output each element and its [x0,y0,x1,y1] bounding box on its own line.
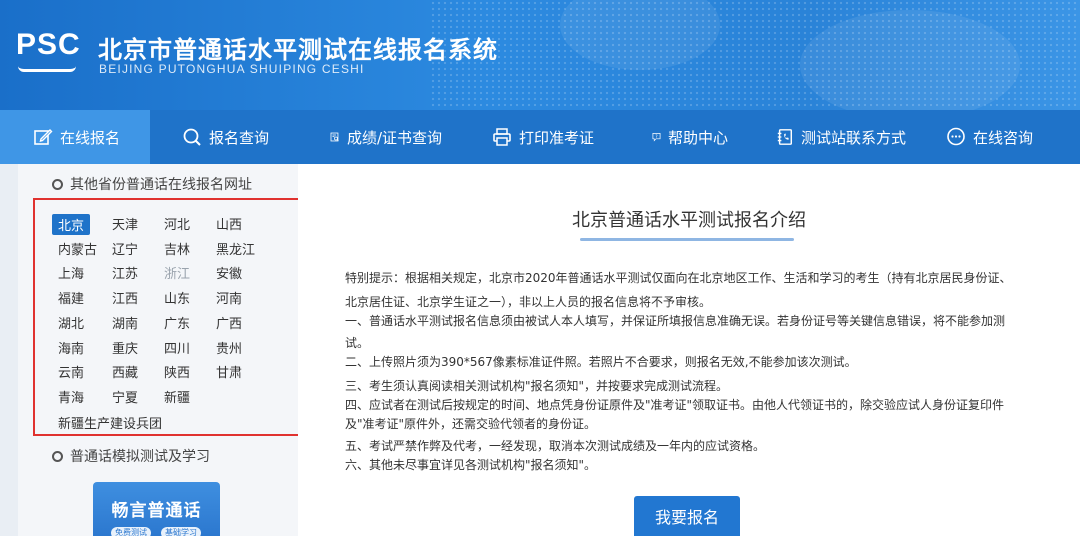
province-link[interactable]: 广东 [164,313,190,332]
nav-test-station-contacts[interactable]: 测试站联系方式 [728,110,906,164]
nav-register-query[interactable]: 报名查询 [150,110,278,164]
nav-label: 打印准考证 [519,128,595,147]
site-header: PSC 北京市普通话水平测试在线报名系统 BEIJING PUTONGHUA S… [0,0,1080,110]
province-link[interactable]: 四川 [164,338,190,357]
heading-text: 其他省份普通话在线报名网址 [70,177,252,193]
province-link[interactable]: 甘肃 [216,362,242,381]
nav-online-register[interactable]: 在线报名 [0,110,150,164]
page-title: 北京普通话水平测试报名介绍 [572,210,806,231]
edit-icon [34,129,53,145]
province-link[interactable]: 新疆 [164,387,190,406]
province-link[interactable]: 辽宁 [112,239,138,258]
psc-logo[interactable]: PSC [16,28,80,78]
logo-swoosh [18,66,76,72]
circle-bullet-icon [52,178,63,190]
province-link[interactable]: 西藏 [112,362,138,381]
search-icon [183,128,201,146]
other-provinces-heading: 其他省份普通话在线报名网址 [52,174,252,194]
province-link[interactable]: 海南 [58,338,84,357]
province-link[interactable]: 广西 [216,313,242,332]
notice-line: 六、其他未尽事宜详见各测试机构"报名须知"。 [345,458,597,472]
province-link[interactable]: 青海 [58,387,84,406]
changyan-putonghua-banner[interactable]: 畅言普通话 免费测试 基础学习 [93,482,220,536]
notice-line: 北京居住证、北京学生证之一），非以上人员的报名信息将不予审核。 [345,295,712,309]
site-title: 北京市普通话水平测试在线报名系统 [98,36,498,64]
title-underline [580,238,794,241]
province-link[interactable]: 上海 [58,263,84,282]
province-link[interactable]: 北京 [52,214,91,235]
help-icon: ? [652,133,661,142]
circle-bullet-icon [52,450,63,462]
province-link[interactable]: 黑龙江 [216,239,255,258]
province-link[interactable]: 陕西 [164,362,190,381]
site-subtitle: BEIJING PUTONGHUA SHUIPING CESHI [99,62,365,76]
province-link[interactable]: 湖南 [112,313,138,332]
province-link[interactable]: 贵州 [216,338,242,357]
banner-pill-basic-learning: 基础学习 [161,527,201,536]
province-link[interactable]: 宁夏 [112,387,138,406]
province-link[interactable]: 天津 [112,214,138,233]
nav-label: 在线咨询 [973,128,1034,147]
nav-label: 测试站联系方式 [800,128,906,147]
province-link[interactable]: 浙江 [164,263,190,282]
nav-label: 帮助中心 [667,128,728,147]
notice-line: 二、上传照片须为390*567像素标准证件照。若照片不合要求，则报名无效,不能参… [345,355,857,369]
phone-book-icon [777,129,793,145]
province-link[interactable]: 福建 [58,288,84,307]
main-nav: 在线报名 报名查询 成绩/证书查询 打印准考证 ? 帮助中心 测试站联系方式 在… [0,110,1080,164]
notice-line: 四、应试者在测试后按规定的时间、地点凭身份证原件及"准考证"领取证书。由他人代领… [345,398,1005,412]
province-link[interactable]: 内蒙古 [58,239,97,258]
banner-title: 畅言普通话 [111,501,202,521]
notice-line: 一、普通话水平测试报名信息须由被试人本人填写，并保证所填报信息准确无误。若身份证… [345,314,1006,328]
nav-label: 成绩/证书查询 [346,128,442,147]
nav-label: 在线报名 [60,128,121,147]
chat-icon [947,127,965,146]
province-link[interactable]: 重庆 [112,338,138,357]
province-link[interactable]: 河北 [164,214,190,233]
province-link[interactable]: 安徽 [216,263,242,282]
province-link[interactable]: 山西 [216,214,242,233]
notice-line: 五、考试严禁作弊及代考，一经发现，取消本次测试成绩及一年内的应试资格。 [345,439,766,453]
notice-line: 及"准考证"原件外，还需交验代领者的身份证。 [345,417,597,431]
notice-line: 特别提示：根据相关规定，北京市2020年普通话水平测试仅面向在北京地区工作、生活… [345,271,1012,285]
banner-pill-free-test: 免费测试 [111,527,151,536]
nav-help-center[interactable]: ? 帮助中心 [598,110,728,164]
province-link[interactable]: 云南 [58,362,84,381]
notice-line: 三、考生须认真阅读相关测试机构"报名须知"，并按要求完成测试流程。 [345,379,729,393]
printer-icon [493,128,511,146]
nav-label: 报名查询 [209,128,270,147]
notice-line: 试。 [345,336,370,350]
mock-test-heading: 普通话模拟测试及学习 [52,446,210,466]
nav-score-certificate-query[interactable]: 成绩/证书查询 [278,110,442,164]
heading-text: 普通话模拟测试及学习 [70,449,210,465]
nav-print-admission-ticket[interactable]: 打印准考证 [442,110,598,164]
province-link[interactable]: 山东 [164,288,190,307]
nav-online-consult[interactable]: 在线咨询 [906,110,1060,164]
certificate-search-icon [330,132,339,142]
province-link[interactable]: 江苏 [112,263,138,282]
province-link[interactable]: 河南 [216,288,242,307]
logo-text: PSC [16,28,81,61]
province-link[interactable]: 吉林 [164,239,190,258]
province-link[interactable]: 湖北 [58,313,84,332]
apply-button[interactable]: 我要报名 [634,496,740,536]
province-link[interactable]: 江西 [112,288,138,307]
map-decoration [800,10,1020,110]
province-link[interactable]: 新疆生产建设兵团 [58,413,162,432]
